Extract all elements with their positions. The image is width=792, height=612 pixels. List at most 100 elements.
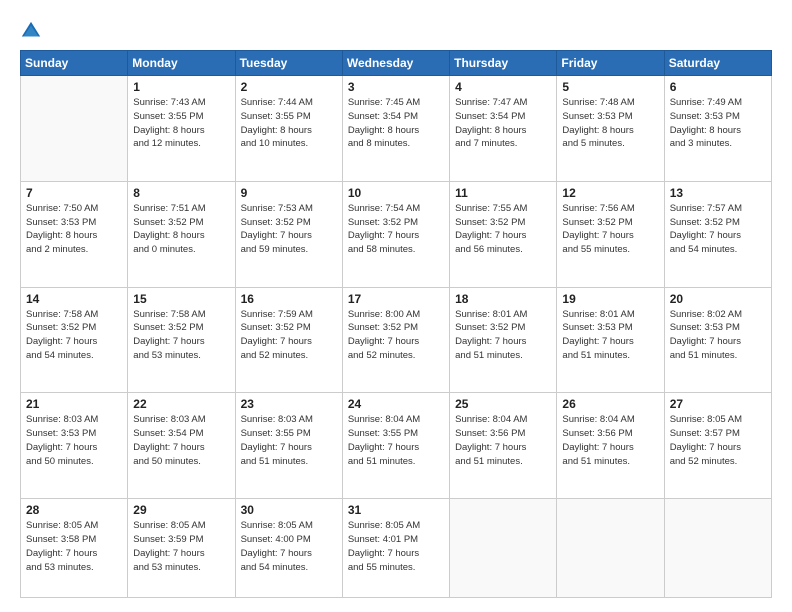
- day-info: Sunrise: 8:05 AM Sunset: 3:58 PM Dayligh…: [26, 519, 122, 574]
- day-cell: 7 Sunrise: 7:50 AM Sunset: 3:53 PM Daylig…: [21, 181, 128, 287]
- day-cell: 30 Sunrise: 8:05 AM Sunset: 4:00 PM Dayli…: [235, 499, 342, 598]
- day-cell: 5 Sunrise: 7:48 AM Sunset: 3:53 PM Daylig…: [557, 76, 664, 182]
- day-info: Sunrise: 7:51 AM Sunset: 3:52 PM Dayligh…: [133, 202, 229, 257]
- day-cell: 18 Sunrise: 8:01 AM Sunset: 3:52 PM Dayli…: [450, 287, 557, 393]
- day-number: 24: [348, 397, 444, 411]
- calendar-page: SundayMondayTuesdayWednesdayThursdayFrid…: [0, 0, 792, 612]
- day-info: Sunrise: 8:05 AM Sunset: 3:59 PM Dayligh…: [133, 519, 229, 574]
- day-cell: 12Sunrise: 7:56 AM Sunset: 3:52 PM Dayli…: [557, 181, 664, 287]
- day-number: 15: [133, 292, 229, 306]
- day-number: 5: [562, 80, 658, 94]
- day-info: Sunrise: 8:04 AM Sunset: 3:56 PM Dayligh…: [562, 413, 658, 468]
- day-cell: 19Sunrise: 8:01 AM Sunset: 3:53 PM Dayli…: [557, 287, 664, 393]
- col-header-wednesday: Wednesday: [342, 51, 449, 76]
- day-number: 25: [455, 397, 551, 411]
- day-cell: 13 Sunrise: 7:57 AM Sunset: 3:52 PM Dayli…: [664, 181, 771, 287]
- day-number: 29: [133, 503, 229, 517]
- calendar-header-row: SundayMondayTuesdayWednesdayThursdayFrid…: [21, 51, 772, 76]
- day-number: 30: [241, 503, 337, 517]
- day-cell: 11 Sunrise: 7:55 AM Sunset: 3:52 PM Dayli…: [450, 181, 557, 287]
- day-number: 28: [26, 503, 122, 517]
- day-number: 6: [670, 80, 766, 94]
- day-info: Sunrise: 7:43 AM Sunset: 3:55 PM Dayligh…: [133, 96, 229, 151]
- day-number: 10: [348, 186, 444, 200]
- day-info: Sunrise: 8:04 AM Sunset: 3:55 PM Dayligh…: [348, 413, 444, 468]
- day-number: 9: [241, 186, 337, 200]
- day-number: 23: [241, 397, 337, 411]
- day-cell: 21 Sunrise: 8:03 AM Sunset: 3:53 PM Dayli…: [21, 393, 128, 499]
- day-number: 7: [26, 186, 122, 200]
- col-header-saturday: Saturday: [664, 51, 771, 76]
- col-header-thursday: Thursday: [450, 51, 557, 76]
- day-number: 8: [133, 186, 229, 200]
- day-info: Sunrise: 7:48 AM Sunset: 3:53 PM Dayligh…: [562, 96, 658, 151]
- day-number: 27: [670, 397, 766, 411]
- day-info: Sunrise: 7:58 AM Sunset: 3:52 PM Dayligh…: [133, 308, 229, 363]
- day-info: Sunrise: 8:01 AM Sunset: 3:53 PM Dayligh…: [562, 308, 658, 363]
- day-info: Sunrise: 8:05 AM Sunset: 4:00 PM Dayligh…: [241, 519, 337, 574]
- day-cell: 26 Sunrise: 8:04 AM Sunset: 3:56 PM Dayli…: [557, 393, 664, 499]
- day-cell: 23 Sunrise: 8:03 AM Sunset: 3:55 PM Dayli…: [235, 393, 342, 499]
- week-row-3: 14 Sunrise: 7:58 AM Sunset: 3:52 PM Dayli…: [21, 287, 772, 393]
- day-cell: 3 Sunrise: 7:45 AM Sunset: 3:54 PM Daylig…: [342, 76, 449, 182]
- day-info: Sunrise: 8:05 AM Sunset: 3:57 PM Dayligh…: [670, 413, 766, 468]
- day-cell: 14 Sunrise: 7:58 AM Sunset: 3:52 PM Dayli…: [21, 287, 128, 393]
- week-row-1: 1 Sunrise: 7:43 AM Sunset: 3:55 PM Daylig…: [21, 76, 772, 182]
- day-info: Sunrise: 8:03 AM Sunset: 3:55 PM Dayligh…: [241, 413, 337, 468]
- day-number: 2: [241, 80, 337, 94]
- header: [20, 18, 772, 42]
- day-info: Sunrise: 8:01 AM Sunset: 3:52 PM Dayligh…: [455, 308, 551, 363]
- day-number: 26: [562, 397, 658, 411]
- day-cell: 31Sunrise: 8:05 AM Sunset: 4:01 PM Dayli…: [342, 499, 449, 598]
- day-info: Sunrise: 7:47 AM Sunset: 3:54 PM Dayligh…: [455, 96, 551, 151]
- day-number: 3: [348, 80, 444, 94]
- col-header-friday: Friday: [557, 51, 664, 76]
- week-row-5: 28 Sunrise: 8:05 AM Sunset: 3:58 PM Dayli…: [21, 499, 772, 598]
- day-info: Sunrise: 8:00 AM Sunset: 3:52 PM Dayligh…: [348, 308, 444, 363]
- day-info: Sunrise: 8:02 AM Sunset: 3:53 PM Dayligh…: [670, 308, 766, 363]
- day-cell: [21, 76, 128, 182]
- day-number: 22: [133, 397, 229, 411]
- day-cell: 8 Sunrise: 7:51 AM Sunset: 3:52 PM Daylig…: [128, 181, 235, 287]
- day-cell: 2 Sunrise: 7:44 AM Sunset: 3:55 PM Daylig…: [235, 76, 342, 182]
- day-number: 13: [670, 186, 766, 200]
- day-cell: 17 Sunrise: 8:00 AM Sunset: 3:52 PM Dayli…: [342, 287, 449, 393]
- day-cell: 10Sunrise: 7:54 AM Sunset: 3:52 PM Dayli…: [342, 181, 449, 287]
- day-number: 16: [241, 292, 337, 306]
- day-number: 21: [26, 397, 122, 411]
- day-info: Sunrise: 7:45 AM Sunset: 3:54 PM Dayligh…: [348, 96, 444, 151]
- col-header-monday: Monday: [128, 51, 235, 76]
- day-cell: [664, 499, 771, 598]
- day-info: Sunrise: 8:04 AM Sunset: 3:56 PM Dayligh…: [455, 413, 551, 468]
- day-info: Sunrise: 7:55 AM Sunset: 3:52 PM Dayligh…: [455, 202, 551, 257]
- day-info: Sunrise: 7:59 AM Sunset: 3:52 PM Dayligh…: [241, 308, 337, 363]
- day-number: 1: [133, 80, 229, 94]
- col-header-tuesday: Tuesday: [235, 51, 342, 76]
- day-cell: 20 Sunrise: 8:02 AM Sunset: 3:53 PM Dayli…: [664, 287, 771, 393]
- day-info: Sunrise: 7:53 AM Sunset: 3:52 PM Dayligh…: [241, 202, 337, 257]
- day-number: 11: [455, 186, 551, 200]
- day-number: 4: [455, 80, 551, 94]
- day-number: 20: [670, 292, 766, 306]
- day-number: 14: [26, 292, 122, 306]
- day-cell: [450, 499, 557, 598]
- calendar-table: SundayMondayTuesdayWednesdayThursdayFrid…: [20, 50, 772, 598]
- day-info: Sunrise: 7:58 AM Sunset: 3:52 PM Dayligh…: [26, 308, 122, 363]
- day-cell: 24 Sunrise: 8:04 AM Sunset: 3:55 PM Dayli…: [342, 393, 449, 499]
- day-info: Sunrise: 8:03 AM Sunset: 3:53 PM Dayligh…: [26, 413, 122, 468]
- day-info: Sunrise: 8:03 AM Sunset: 3:54 PM Dayligh…: [133, 413, 229, 468]
- logo: [20, 22, 46, 42]
- day-number: 17: [348, 292, 444, 306]
- day-info: Sunrise: 7:44 AM Sunset: 3:55 PM Dayligh…: [241, 96, 337, 151]
- day-number: 12: [562, 186, 658, 200]
- day-number: 18: [455, 292, 551, 306]
- day-cell: 9 Sunrise: 7:53 AM Sunset: 3:52 PM Daylig…: [235, 181, 342, 287]
- day-cell: 16 Sunrise: 7:59 AM Sunset: 3:52 PM Dayli…: [235, 287, 342, 393]
- day-cell: 28 Sunrise: 8:05 AM Sunset: 3:58 PM Dayli…: [21, 499, 128, 598]
- day-info: Sunrise: 7:50 AM Sunset: 3:53 PM Dayligh…: [26, 202, 122, 257]
- week-row-2: 7 Sunrise: 7:50 AM Sunset: 3:53 PM Daylig…: [21, 181, 772, 287]
- day-cell: 27 Sunrise: 8:05 AM Sunset: 3:57 PM Dayli…: [664, 393, 771, 499]
- day-number: 31: [348, 503, 444, 517]
- day-info: Sunrise: 7:57 AM Sunset: 3:52 PM Dayligh…: [670, 202, 766, 257]
- day-cell: 15 Sunrise: 7:58 AM Sunset: 3:52 PM Dayli…: [128, 287, 235, 393]
